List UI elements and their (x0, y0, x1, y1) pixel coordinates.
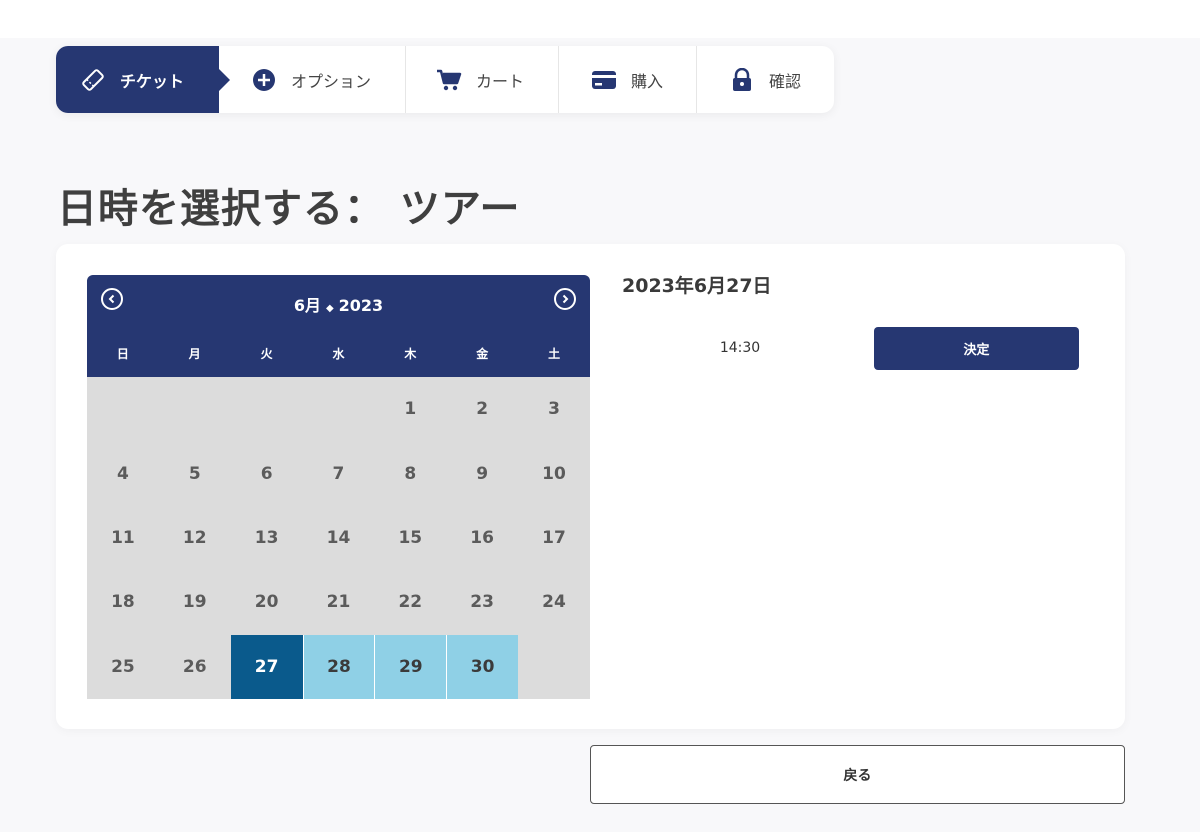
unavailable-day: 17 (542, 527, 566, 548)
step-cart[interactable]: カート (406, 46, 559, 113)
credit-card-icon (591, 67, 617, 93)
step-confirm[interactable]: 確認 (697, 46, 834, 113)
unavailable-day: 4 (117, 463, 129, 484)
unavailable-day: 22 (398, 592, 423, 613)
calendar-title[interactable]: 6月 ◆ 2023 (87, 292, 590, 316)
empty-day-cell (159, 377, 231, 441)
step-ticket[interactable]: チケット (56, 46, 230, 113)
weekday-label: 金 (476, 347, 489, 361)
calendar-grid: 1 2 3 4 5 6 7 8 9 10 11 12 13 14 15 16 17 18 19 20 21 22 23 24 2… (87, 377, 590, 699)
unavailable-day: 13 (254, 527, 279, 548)
unavailable-day: 9 (476, 463, 489, 484)
step-purchase[interactable]: 購入 (559, 46, 697, 113)
available-day[interactable]: 30 (446, 634, 519, 699)
unavailable-day: 15 (398, 527, 423, 548)
unavailable-day: 12 (182, 527, 207, 548)
unavailable-day: 20 (254, 592, 279, 613)
step-label: 確認 (769, 71, 802, 91)
unavailable-day: 26 (182, 656, 207, 677)
sort-icon: ◆ (325, 303, 334, 314)
weekday-label: 木 (404, 347, 417, 361)
unavailable-day: 25 (111, 656, 135, 677)
unavailable-day: 6 (260, 463, 273, 484)
calendar: 6月 ◆ 2023 日 月 火 水 木 金 土 1 2 3 4 5 6 7 8 9 10 11 12 13 1… (87, 275, 590, 699)
checkout-steps: チケット オプション カート 購入 確認 (56, 46, 834, 113)
unavailable-day: 10 (542, 463, 566, 484)
selected-day[interactable]: 27 (230, 634, 303, 699)
unavailable-day: 18 (111, 592, 135, 613)
month-label: 6月 (293, 296, 321, 315)
weekday-label: 火 (260, 347, 273, 361)
plus-circle-icon (251, 67, 277, 93)
cart-icon (436, 67, 462, 93)
decide-button[interactable]: 決定 (874, 327, 1079, 370)
weekday-row: 日 月 火 水 木 金 土 (87, 345, 590, 362)
step-label: チケット (120, 71, 185, 91)
step-label: カート (476, 71, 525, 91)
step-label: オプション (291, 71, 372, 91)
step-label: 購入 (631, 71, 664, 91)
unavailable-day: 7 (332, 463, 345, 484)
selected-date: 2023年6月27日 (622, 275, 772, 297)
unavailable-day: 21 (326, 592, 351, 613)
weekday-label: 日 (116, 347, 129, 361)
year-label: 2023 (338, 296, 384, 315)
empty-day-cell (87, 377, 159, 441)
weekday-label: 水 (332, 347, 345, 361)
back-button[interactable]: 戻る (590, 745, 1125, 804)
page-title: 日時を選択する： ツアー (57, 186, 521, 232)
unavailable-day: 5 (188, 463, 201, 484)
unavailable-day: 14 (326, 527, 351, 548)
weekday-label: 月 (188, 347, 201, 361)
unavailable-day: 3 (548, 399, 560, 420)
unavailable-day: 19 (182, 592, 207, 613)
empty-day-cell (518, 635, 590, 699)
unavailable-day: 24 (542, 592, 566, 613)
empty-day-cell (303, 377, 375, 441)
available-day[interactable]: 29 (374, 634, 447, 699)
available-day[interactable]: 28 (302, 634, 375, 699)
calendar-header: 6月 ◆ 2023 日 月 火 水 木 金 土 (87, 275, 590, 377)
ticket-icon (80, 67, 106, 93)
top-bar (0, 0, 1200, 38)
unavailable-day: 11 (111, 527, 135, 548)
weekday-label: 土 (548, 347, 561, 361)
chevron-right-icon (562, 294, 569, 304)
unavailable-day: 1 (404, 399, 417, 420)
unavailable-day: 2 (476, 399, 489, 420)
step-option[interactable]: オプション (219, 46, 406, 113)
unavailable-day: 16 (470, 527, 494, 548)
empty-day-cell (231, 377, 303, 441)
lock-icon (729, 67, 755, 93)
unavailable-day: 23 (470, 592, 494, 613)
unavailable-day: 8 (404, 463, 417, 484)
next-month-button[interactable] (554, 288, 576, 310)
time-slot[interactable]: 14:30 (700, 340, 780, 356)
